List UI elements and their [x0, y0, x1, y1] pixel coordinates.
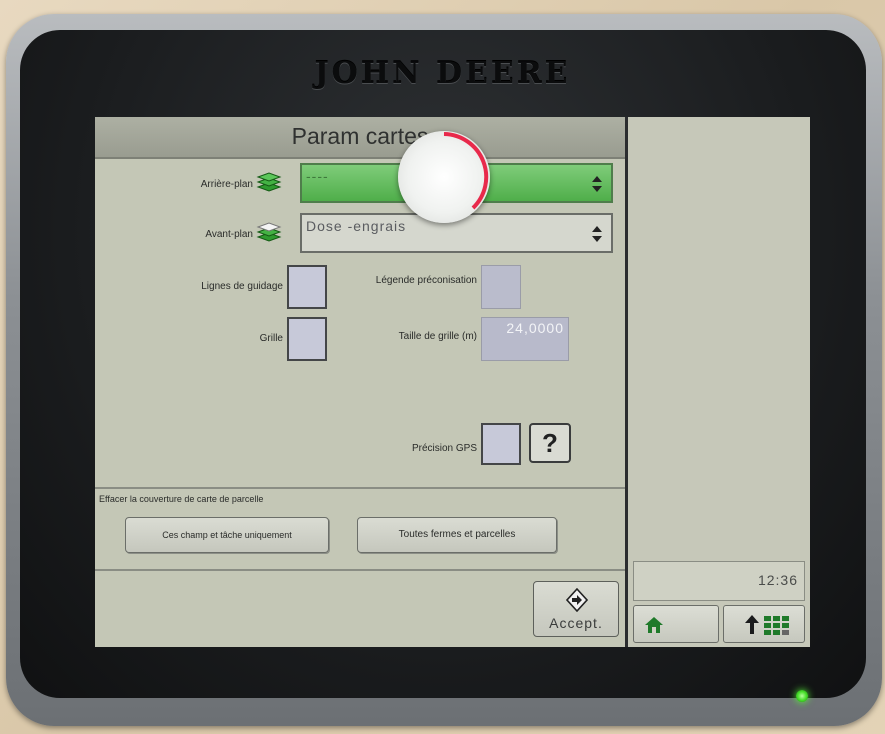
grid-label: Grille — [259, 333, 283, 344]
up-arrow-grid-icon — [745, 615, 789, 635]
background-layer-value: ---- — [306, 168, 329, 184]
touch-progress-ring-icon — [443, 132, 489, 210]
updown-arrows-icon — [592, 176, 602, 192]
help-button[interactable]: ? — [529, 423, 571, 463]
section-divider — [95, 569, 625, 571]
grid-size-label: Taille de grille (m) — [398, 331, 477, 342]
brand-logo: JOHN DEERE — [314, 56, 571, 91]
accept-diamond-icon — [566, 588, 588, 612]
accept-label: Accept. — [549, 615, 603, 631]
page-title: Param cartes — [291, 123, 429, 149]
grid-size-value: 24,0000 — [506, 320, 564, 336]
prescription-legend-checkbox[interactable] — [481, 265, 521, 309]
clock-display: 12:36 — [633, 561, 805, 601]
clock-time: 12:36 — [757, 572, 798, 588]
menu-button[interactable] — [723, 605, 805, 643]
status-led — [796, 690, 808, 702]
updown-arrows-icon — [592, 226, 602, 242]
grid-size-input[interactable]: 24,0000 — [481, 317, 569, 361]
gps-precision-label: Précision GPS — [411, 443, 477, 454]
title-bar: Param cartes — [95, 117, 625, 159]
home-button[interactable] — [633, 605, 719, 643]
clear-coverage-heading: Effacer la couverture de carte de parcel… — [99, 494, 264, 504]
home-icon — [645, 617, 663, 633]
section-divider — [95, 487, 625, 489]
accept-button[interactable]: Accept. — [533, 581, 619, 637]
foreground-layer-label: Avant-plan — [205, 229, 253, 240]
clear-all-farms-button[interactable]: Toutes fermes et parcelles — [357, 517, 557, 553]
prescription-legend-label: Légende préconisation — [375, 275, 477, 286]
clear-this-field-button[interactable]: Ces champ et tâche uniquement — [125, 517, 329, 553]
layers-green-icon — [256, 172, 282, 192]
touch-indicator — [398, 131, 490, 223]
guidance-lines-label: Lignes de guidage — [201, 281, 283, 292]
map-settings-panel: Param cartes Arrière-plan ---- Avant-pla… — [95, 117, 625, 647]
layers-white-icon — [256, 222, 282, 242]
guidance-lines-checkbox[interactable] — [287, 265, 327, 309]
grid-checkbox[interactable] — [287, 317, 327, 361]
foreground-layer-value: Dose -engrais — [306, 218, 407, 234]
background-layer-label: Arrière-plan — [200, 179, 253, 190]
gps-precision-checkbox[interactable] — [481, 423, 521, 465]
